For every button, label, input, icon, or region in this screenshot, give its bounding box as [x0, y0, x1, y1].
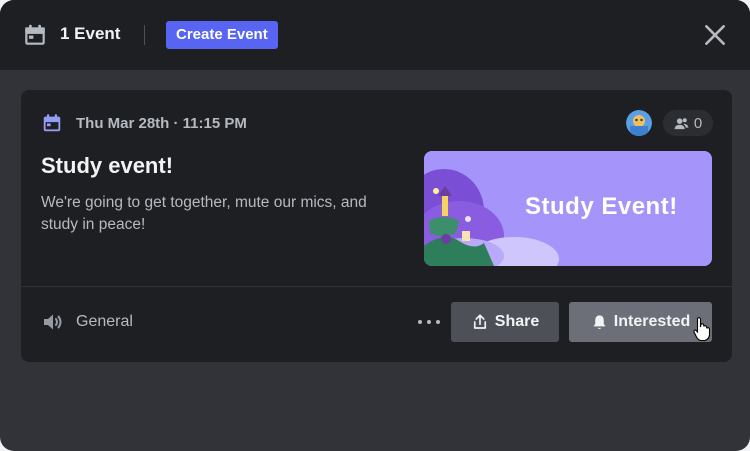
event-description: We're going to get together, mute our mi…	[41, 194, 367, 233]
card-divider	[21, 286, 732, 287]
calendar-icon	[25, 24, 45, 45]
events-modal: 1 Event Create Event Thu Mar 28th · 11:1…	[0, 0, 750, 451]
hand-cursor-icon	[693, 317, 711, 342]
share-label: Share	[494, 313, 540, 330]
event-title: Study event!	[41, 153, 174, 178]
share-button[interactable]: Share	[451, 302, 559, 342]
interested-count: 0	[693, 114, 703, 132]
avatar[interactable]	[626, 110, 652, 136]
more-icon[interactable]	[416, 312, 442, 332]
close-icon[interactable]	[702, 22, 728, 48]
event-location[interactable]: General	[41, 310, 133, 334]
modal-header: 1 Event Create Event	[0, 0, 750, 70]
interested-count-badge: 0	[663, 110, 713, 136]
event-count: 1 Event	[60, 24, 121, 43]
header-divider	[144, 25, 145, 45]
event-banner-image: Study Event!	[424, 151, 712, 266]
interested-button[interactable]: Interested	[569, 302, 712, 342]
interested-label: Interested	[613, 313, 691, 330]
create-event-button[interactable]: Create Event	[166, 21, 278, 49]
location-label: General	[76, 313, 133, 330]
speaker-icon	[44, 314, 62, 330]
event-datetime: Thu Mar 28th · 11:15 PM	[76, 114, 247, 132]
share-icon	[473, 314, 486, 329]
bell-icon	[593, 314, 606, 329]
banner-title: Study Event!	[525, 193, 678, 220]
event-card[interactable]: Thu Mar 28th · 11:15 PM 0 Study event! W…	[21, 90, 732, 362]
calendar-icon	[43, 114, 61, 132]
event-datetime-row: Thu Mar 28th · 11:15 PM	[41, 112, 247, 134]
users-icon	[674, 117, 689, 129]
